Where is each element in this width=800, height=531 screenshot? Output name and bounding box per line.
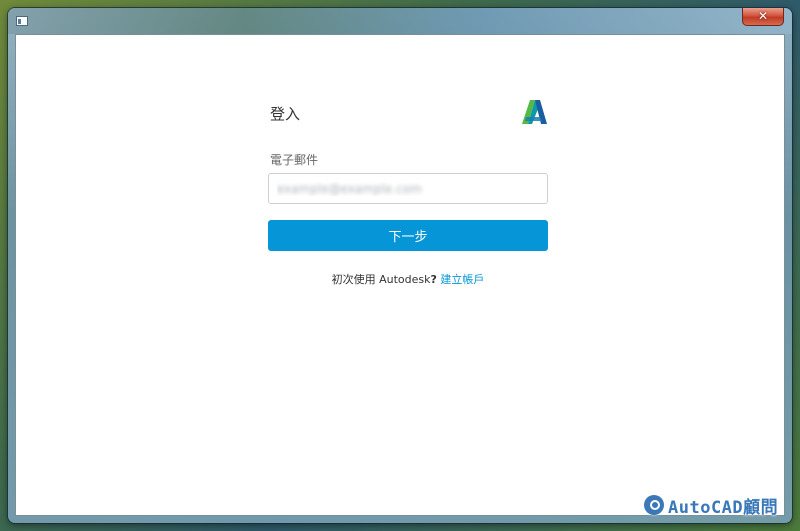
autodesk-logo-icon <box>522 100 547 124</box>
create-account-link[interactable]: 建立帳戶 <box>440 273 484 286</box>
watermark-logo-icon <box>644 495 664 515</box>
desktop-background: ✕ 登入 電子郵件 下一步 初次使用 Autodesk? 建立帳戶 <box>0 0 800 531</box>
login-window: ✕ 登入 電子郵件 下一步 初次使用 Autodesk? 建立帳戶 <box>8 8 792 523</box>
watermark-text: AutoCAD顧問 <box>668 497 779 518</box>
signup-question-mark: ? <box>430 273 437 286</box>
login-panel: 登入 電子郵件 下一步 初次使用 Autodesk? 建立帳戶 <box>268 35 548 335</box>
logo-crossbar <box>525 117 542 121</box>
signup-prefix-text: 初次使用 Autodesk <box>331 273 431 286</box>
email-label: 電子郵件 <box>270 153 319 167</box>
window-titlebar[interactable]: ✕ <box>8 8 792 34</box>
signup-prompt: 初次使用 Autodesk? 建立帳戶 <box>268 271 548 287</box>
watermark: AutoCAD顧問 <box>644 492 778 518</box>
window-app-icon <box>16 16 28 26</box>
close-icon: ✕ <box>757 9 769 23</box>
email-input[interactable] <box>268 173 548 204</box>
window-client-area: 登入 電子郵件 下一步 初次使用 Autodesk? 建立帳戶 <box>15 34 785 516</box>
next-button[interactable]: 下一步 <box>268 220 548 251</box>
window-close-button[interactable]: ✕ <box>742 8 784 26</box>
login-title: 登入 <box>270 105 301 123</box>
